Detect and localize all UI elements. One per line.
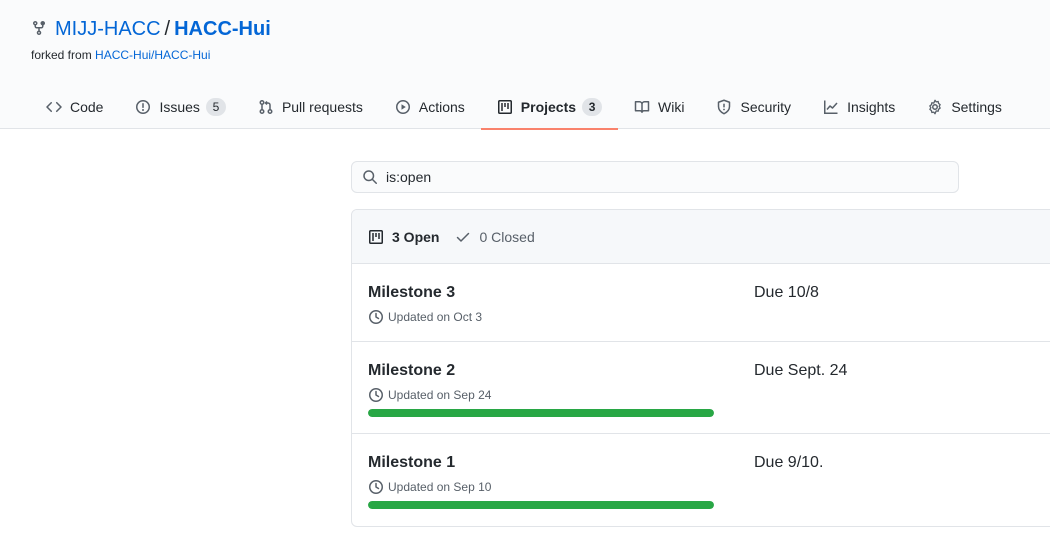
tab-code[interactable]: Code [30,84,119,129]
repo-title: MIJJ-HACC / HACC-Hui [31,18,271,41]
project-icon [497,99,512,114]
project-row: Milestone 1 Updated on Sep 10 Due 9/10. [352,434,1050,526]
tab-pull-requests[interactable]: Pull requests [242,84,379,129]
project-updated: Updated on Sep 24 [368,387,491,403]
projects-list-header: 3 Open 0 Closed [352,210,1050,264]
open-count-label: 3 Open [392,228,440,245]
project-progress-bar [368,409,714,417]
repo-separator: / [164,18,171,40]
project-updated: Updated on Sep 10 [368,479,491,495]
repo-nav-tabs: Code Issues 5 Pull requests Actions Proj… [30,84,1018,130]
project-progress-fill [368,501,714,509]
project-name-link[interactable]: Milestone 3 [368,284,455,302]
project-name-link[interactable]: Milestone 2 [368,362,455,380]
clock-icon [369,480,383,494]
pull-request-icon [259,99,273,114]
projects-counter: 3 [582,97,603,116]
forked-source-link[interactable]: HACC-Hui/HACC-Hui [95,48,210,62]
project-progress-fill [368,409,714,417]
project-updated: Updated on Oct 3 [368,309,482,325]
tab-code-label: Code [70,98,104,115]
project-icon [369,229,383,244]
repo-forked-icon [33,20,45,35]
tab-actions[interactable]: Actions [379,84,481,129]
tab-settings[interactable]: Settings [911,84,1018,129]
tab-projects-label: Projects [520,98,577,115]
forked-from-text: forked from HACC-Hui/HACC-Hui [31,48,210,62]
closed-projects-filter[interactable]: 0 Closed [455,228,535,245]
project-updated-text: Updated on Oct 3 [388,310,483,324]
projects-list: 3 Open 0 Closed Milestone 3 Updated on O… [351,209,1050,527]
book-icon [634,100,650,113]
issues-counter: 5 [205,97,226,116]
project-row: Milestone 2 Updated on Sep 24 Due Sept. … [352,342,1050,434]
tab-wiki-label: Wiki [658,98,685,115]
search-input[interactable] [386,163,946,191]
tab-security-label: Security [740,98,792,115]
project-row: Milestone 3 Updated on Oct 3 Due 10/8 [352,264,1050,342]
play-icon [395,99,410,114]
tab-wiki[interactable]: Wiki [618,84,700,129]
project-updated-text: Updated on Sep 24 [388,388,492,402]
forked-prefix: forked from [31,48,92,62]
project-description: Due 9/10. [754,454,824,471]
code-icon [46,101,62,112]
tab-settings-label: Settings [951,98,1002,115]
clock-icon [369,388,383,402]
clock-icon [369,310,383,324]
check-icon [457,232,470,242]
repo-name-link[interactable]: HACC-Hui [174,18,271,41]
repo-header: MIJJ-HACC / HACC-Hui forked from HACC-Hu… [0,0,1050,130]
tab-projects[interactable]: Projects 3 [480,84,619,130]
search-icon [363,170,377,184]
issue-icon [136,99,151,114]
tab-security[interactable]: Security [700,84,807,129]
project-progress-bar [368,501,714,509]
project-description: Due 10/8 [754,284,819,301]
tab-actions-label: Actions [418,98,465,115]
repo-owner-link[interactable]: MIJJ-HACC [55,18,161,41]
graph-icon [824,100,838,114]
open-projects-filter[interactable]: 3 Open [368,229,439,245]
closed-count-label: 0 Closed [479,228,535,245]
project-name-link[interactable]: Milestone 1 [368,454,455,472]
shield-icon [718,99,731,114]
project-description: Due Sept. 24 [754,362,848,379]
tab-issues-label: Issues [159,98,200,115]
gear-icon [929,99,942,114]
tab-issues[interactable]: Issues 5 [119,84,241,129]
tab-insights[interactable]: Insights [807,84,911,129]
tab-insights-label: Insights [847,98,896,115]
project-search [351,161,959,193]
tab-pull-requests-label: Pull requests [281,98,363,115]
project-updated-text: Updated on Sep 10 [388,480,492,494]
